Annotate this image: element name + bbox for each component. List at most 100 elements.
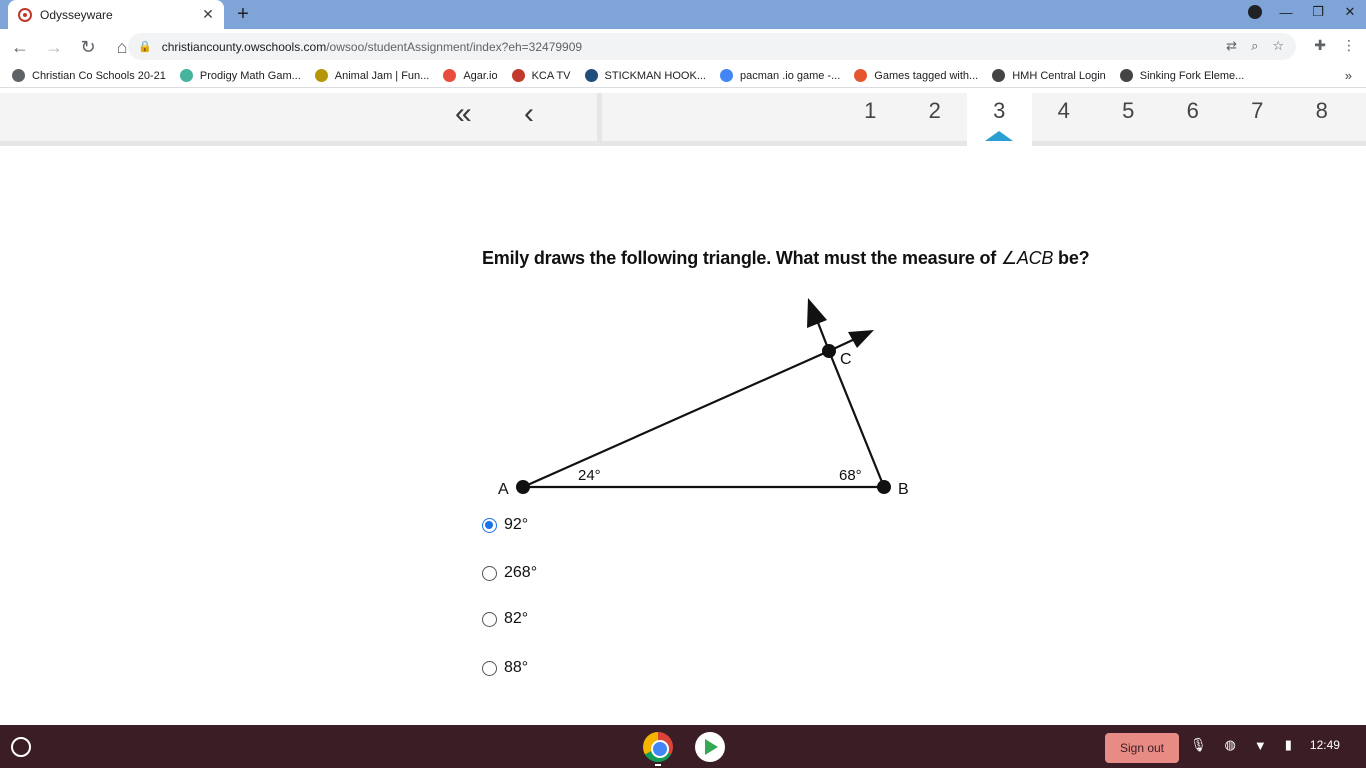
menu-icon[interactable]: ⋮ bbox=[1342, 37, 1356, 54]
bookmark-favicon-icon bbox=[1119, 69, 1133, 82]
toolbar-actions: ✚ ⋮ bbox=[1314, 37, 1356, 54]
running-indicator bbox=[655, 764, 661, 766]
chrome-app-icon[interactable] bbox=[643, 732, 673, 762]
url-host: christiancounty.owschools.com bbox=[161, 39, 327, 54]
restore-icon[interactable]: ❐ bbox=[1310, 4, 1326, 20]
choice-label: 88° bbox=[504, 659, 529, 676]
minimize-icon[interactable]: — bbox=[1278, 5, 1294, 20]
bookmark-star-icon[interactable]: ☆ bbox=[1272, 38, 1284, 54]
angle-name: ACB bbox=[1016, 248, 1054, 268]
bookmark-favicon-icon bbox=[314, 69, 328, 82]
bookmark-label: HMH Central Login bbox=[1012, 69, 1106, 82]
bookmark-label: Games tagged with... bbox=[874, 69, 979, 82]
bookmark-item[interactable]: HMH Central Login bbox=[992, 69, 1106, 82]
answer-choice[interactable]: 268° bbox=[482, 564, 537, 582]
reload-icon[interactable]: ↻ bbox=[74, 33, 102, 61]
lock-icon[interactable]: 🔒 bbox=[138, 40, 152, 53]
page-tab-6[interactable]: 6 bbox=[1161, 93, 1226, 146]
page-tab-1[interactable]: 1 bbox=[838, 93, 903, 146]
point-c bbox=[822, 344, 836, 358]
question-navigation: « ‹ 12345678 bbox=[0, 93, 1366, 146]
angle-label-b: 68° bbox=[839, 467, 862, 484]
answer-choice[interactable]: 88° bbox=[482, 659, 528, 677]
bookmark-favicon-icon bbox=[12, 69, 25, 82]
microphone-icon[interactable]: 🎙 bbox=[1190, 737, 1207, 753]
sign-out-button[interactable]: Sign out bbox=[1105, 733, 1179, 763]
url-path: /owsoo/studentAssignment/index?eh=324799… bbox=[326, 39, 583, 54]
bookmark-item[interactable]: Christian Co Schools 20-21 bbox=[12, 69, 166, 82]
page-tab-3[interactable]: 3 bbox=[967, 93, 1032, 146]
radio-button[interactable] bbox=[482, 611, 497, 627]
page-number-tabs: 12345678 bbox=[838, 93, 1354, 146]
tab-title: Odysseyware bbox=[40, 7, 113, 22]
browser-toolbar: ← → ↻ ⌂ 🔒 christiancounty.owschools.com … bbox=[0, 29, 1366, 64]
side-ac bbox=[522, 349, 830, 489]
ray-arrowhead-ac bbox=[848, 330, 874, 348]
new-tab-button[interactable]: + bbox=[232, 3, 254, 25]
bookmark-favicon-icon bbox=[854, 69, 868, 82]
forward-arrow-icon[interactable]: → bbox=[40, 33, 68, 61]
browser-tab[interactable]: Odysseyware ✕ bbox=[8, 0, 224, 29]
wifi-icon: ▼ bbox=[1253, 737, 1267, 753]
answer-choice[interactable]: 92° bbox=[482, 516, 528, 534]
page-tab-2[interactable]: 2 bbox=[903, 93, 968, 146]
radio-button[interactable] bbox=[482, 565, 497, 581]
page-tab-8[interactable]: 8 bbox=[1290, 93, 1355, 146]
previous-question-button[interactable]: ‹ bbox=[524, 97, 534, 131]
bookmark-favicon-icon bbox=[443, 69, 457, 82]
address-bar[interactable]: 🔒 christiancounty.owschools.com /owsoo/s… bbox=[128, 33, 1296, 60]
battery-icon: ▮ bbox=[1284, 737, 1292, 752]
bookmark-item[interactable]: Prodigy Math Gam... bbox=[179, 69, 301, 82]
triangle-figure: A B C 24° 68° bbox=[498, 298, 909, 498]
bookmark-item[interactable]: pacman .io game -... bbox=[720, 69, 840, 82]
question-stem: Emily draws the following triangle. What… bbox=[482, 248, 1001, 268]
bookmark-label: Sinking Fork Eleme... bbox=[1139, 69, 1245, 82]
bookmark-favicon-icon bbox=[720, 69, 733, 82]
choice-label: 82° bbox=[504, 610, 529, 627]
bookmark-item[interactable]: Sinking Fork Eleme... bbox=[1119, 69, 1245, 82]
back-arrow-icon[interactable]: ← bbox=[6, 33, 34, 61]
vertex-label-b: B bbox=[898, 481, 909, 498]
extensions-icon[interactable]: ✚ bbox=[1314, 37, 1326, 54]
bookmark-item[interactable]: STICKMAN HOOK... bbox=[584, 69, 706, 82]
clock: 12:49 bbox=[1309, 738, 1340, 752]
radio-button[interactable] bbox=[482, 517, 497, 533]
more-bookmarks-icon[interactable]: » bbox=[1345, 68, 1352, 83]
bookmark-label: Prodigy Math Gam... bbox=[199, 69, 301, 82]
zoom-icon[interactable]: ⌕ bbox=[1251, 38, 1258, 54]
tab-search-icon[interactable] bbox=[1248, 5, 1262, 19]
odysseyware-favicon-icon bbox=[18, 7, 32, 22]
close-tab-icon[interactable]: ✕ bbox=[198, 6, 218, 23]
close-window-icon[interactable]: ✕ bbox=[1342, 4, 1358, 20]
radio-button[interactable] bbox=[482, 660, 497, 676]
answer-choice[interactable]: 82° bbox=[482, 610, 528, 628]
bookmark-favicon-icon bbox=[179, 69, 193, 82]
angle-label-a: 24° bbox=[578, 467, 601, 484]
translate-icon[interactable]: ⇄ bbox=[1226, 38, 1237, 54]
page-tab-4[interactable]: 4 bbox=[1032, 93, 1097, 146]
nav-divider bbox=[597, 93, 602, 141]
bookmark-item[interactable]: Games tagged with... bbox=[854, 69, 978, 82]
bookmark-label: Agar.io bbox=[463, 69, 498, 82]
first-question-button[interactable]: « bbox=[455, 97, 472, 131]
play-store-icon[interactable] bbox=[695, 732, 725, 762]
page-tab-7[interactable]: 7 bbox=[1225, 93, 1290, 146]
question-end: be? bbox=[1053, 248, 1090, 268]
ray-arrowhead-bc bbox=[807, 298, 827, 328]
accessibility-icon[interactable]: ◍ bbox=[1225, 737, 1236, 753]
angle-symbol: ∠ bbox=[1000, 248, 1017, 268]
bookmark-item[interactable]: Agar.io bbox=[443, 69, 498, 82]
bookmark-item[interactable]: Animal Jam | Fun... bbox=[314, 69, 429, 82]
bookmark-item[interactable]: KCA TV bbox=[511, 69, 571, 82]
point-a bbox=[516, 480, 530, 494]
address-bar-actions: ⇄ ⌕ ☆ bbox=[1226, 38, 1284, 54]
browser-tab-strip: Odysseyware ✕ + — ❐ ✕ bbox=[0, 0, 1366, 29]
question-text: Emily draws the following triangle. What… bbox=[482, 248, 1090, 269]
bookmark-favicon-icon bbox=[584, 69, 598, 82]
choice-label: 268° bbox=[504, 564, 538, 581]
status-tray[interactable]: 🎙 ◍ ▼ ▮ 12:49 bbox=[1190, 737, 1340, 753]
bookmark-label: Christian Co Schools 20-21 bbox=[32, 69, 166, 82]
choice-label: 92° bbox=[504, 516, 529, 533]
page-tab-5[interactable]: 5 bbox=[1096, 93, 1161, 146]
launcher-icon[interactable] bbox=[11, 737, 31, 757]
